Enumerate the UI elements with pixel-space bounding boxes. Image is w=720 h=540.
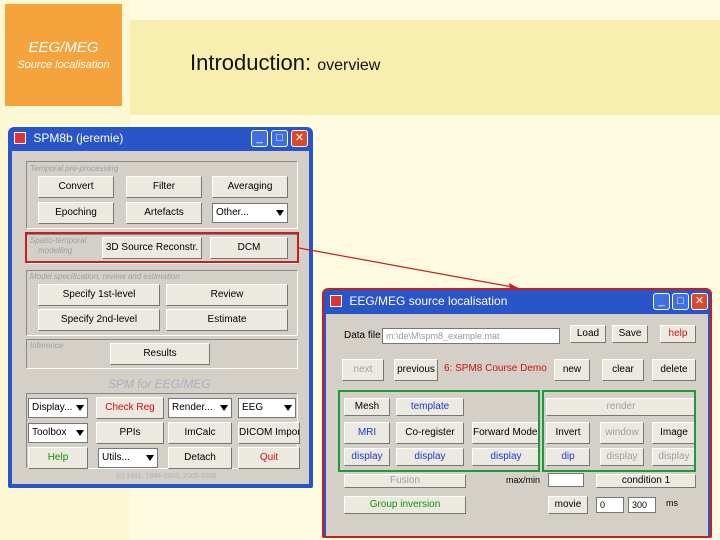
model-panel-label: Model specification, review and estimati… — [30, 272, 180, 281]
inference-panel-label: Inference — [30, 341, 64, 350]
eeg-window-title: EEG/MEG source localisation — [349, 294, 508, 308]
display-dropdown-value: Display... — [32, 402, 73, 413]
movie-from-field[interactable]: 0 — [596, 497, 624, 513]
estimate-button[interactable]: Estimate — [166, 309, 288, 331]
close-icon[interactable]: ✕ — [691, 293, 708, 310]
chevron-down-icon — [276, 210, 284, 216]
save-button[interactable]: Save — [612, 325, 648, 343]
data-file-label: Data file — [344, 330, 381, 341]
convert-button[interactable]: Convert — [38, 176, 114, 198]
filter-button[interactable]: Filter — [126, 176, 202, 198]
highlight-box-spatio — [25, 232, 299, 263]
maximize-icon[interactable]: □ — [271, 130, 288, 147]
spm-client: Temporal pre-processing Convert Filter A… — [12, 151, 309, 484]
next-button[interactable]: next — [342, 359, 384, 381]
matlab-icon — [14, 132, 26, 144]
brand-subtitle: Source localisation — [17, 59, 110, 71]
other-dropdown[interactable]: Other... — [212, 203, 288, 223]
minimize-icon[interactable]: _ — [251, 130, 268, 147]
slide-title: Introduction: overview — [190, 50, 380, 76]
max-min-label: max/min — [506, 475, 541, 485]
chevron-down-icon — [220, 405, 228, 411]
max-min-field[interactable] — [548, 473, 584, 487]
highlight-box-forward — [338, 390, 540, 472]
previous-button[interactable]: previous — [394, 359, 438, 381]
brand-logo: EEG/MEG Source localisation — [5, 4, 122, 106]
temporal-panel-label: Temporal pre-processing — [30, 164, 119, 173]
ms-label: ms — [666, 498, 678, 508]
specify-first-level-button[interactable]: Specify 1st-level — [38, 284, 160, 306]
slide-title-sub: overview — [317, 57, 381, 74]
help-button[interactable]: help — [660, 325, 696, 343]
clear-button[interactable]: clear — [602, 359, 644, 381]
results-button[interactable]: Results — [110, 343, 210, 365]
imcalc-button[interactable]: ImCalc — [168, 422, 232, 444]
spm-footer-title: SPM for EEG/MEG — [108, 377, 211, 391]
quit-button[interactable]: Quit — [238, 447, 300, 469]
utils-dropdown-value: Utils... — [102, 452, 130, 463]
data-file-field[interactable]: m:\de\M\spm8_example.mat — [382, 328, 560, 344]
toolbox-dropdown-value: Toolbox — [32, 427, 67, 438]
brand-title: EEG/MEG — [28, 39, 99, 56]
chevron-down-icon — [146, 455, 154, 461]
fusion-button[interactable]: Fusion — [344, 474, 466, 488]
copyright-text: (c) 1991, 1994-2003, 2005-2008 — [116, 473, 217, 480]
ppis-button[interactable]: PPIs — [96, 422, 164, 444]
specify-second-level-button[interactable]: Specify 2nd-level — [38, 309, 160, 331]
movie-button[interactable]: movie — [548, 496, 588, 514]
delete-button[interactable]: delete — [652, 359, 696, 381]
matlab-icon — [330, 295, 342, 307]
detach-button[interactable]: Detach — [168, 447, 232, 469]
averaging-button[interactable]: Averaging — [212, 176, 288, 198]
chevron-down-icon — [284, 405, 292, 411]
render-dropdown[interactable]: Render... — [168, 398, 232, 418]
display-dropdown[interactable]: Display... — [28, 398, 88, 418]
minimize-icon[interactable]: _ — [653, 293, 670, 310]
maximize-icon[interactable]: □ — [672, 293, 689, 310]
help-button[interactable]: Help — [28, 447, 88, 469]
condition-button[interactable]: condition 1 — [596, 474, 696, 488]
group-inversion-button[interactable]: Group inversion — [344, 496, 466, 514]
modality-dropdown[interactable]: EEG — [238, 398, 296, 418]
new-button[interactable]: new — [554, 359, 590, 381]
slide-title-main: Introduction: — [190, 50, 312, 75]
load-button[interactable]: Load — [570, 325, 606, 343]
toolbox-dropdown[interactable]: Toolbox — [28, 423, 88, 443]
spm-window-title: SPM8b (jeremie) — [33, 131, 124, 145]
modality-dropdown-value: EEG — [242, 402, 264, 413]
chevron-down-icon — [76, 405, 84, 411]
close-icon[interactable]: ✕ — [291, 130, 308, 147]
spm-window: SPM8b (jeremie) _ □ ✕ Temporal pre-proce… — [8, 127, 313, 488]
session-label: 6: SPM8 Course Demo — [444, 363, 547, 374]
utils-dropdown[interactable]: Utils... — [98, 448, 158, 468]
artefacts-button[interactable]: Artefacts — [126, 202, 202, 224]
chevron-down-icon — [76, 430, 84, 436]
render-dropdown-value: Render... — [172, 402, 213, 413]
dicom-import-button[interactable]: DICOM Import — [238, 422, 300, 444]
highlight-box-inverse — [542, 390, 696, 472]
other-dropdown-value: Other... — [216, 207, 249, 218]
epoching-button[interactable]: Epoching — [38, 202, 114, 224]
movie-to-field[interactable]: 300 — [628, 497, 656, 513]
check-reg-button[interactable]: Check Reg — [96, 397, 164, 419]
review-button[interactable]: Review — [166, 284, 288, 306]
